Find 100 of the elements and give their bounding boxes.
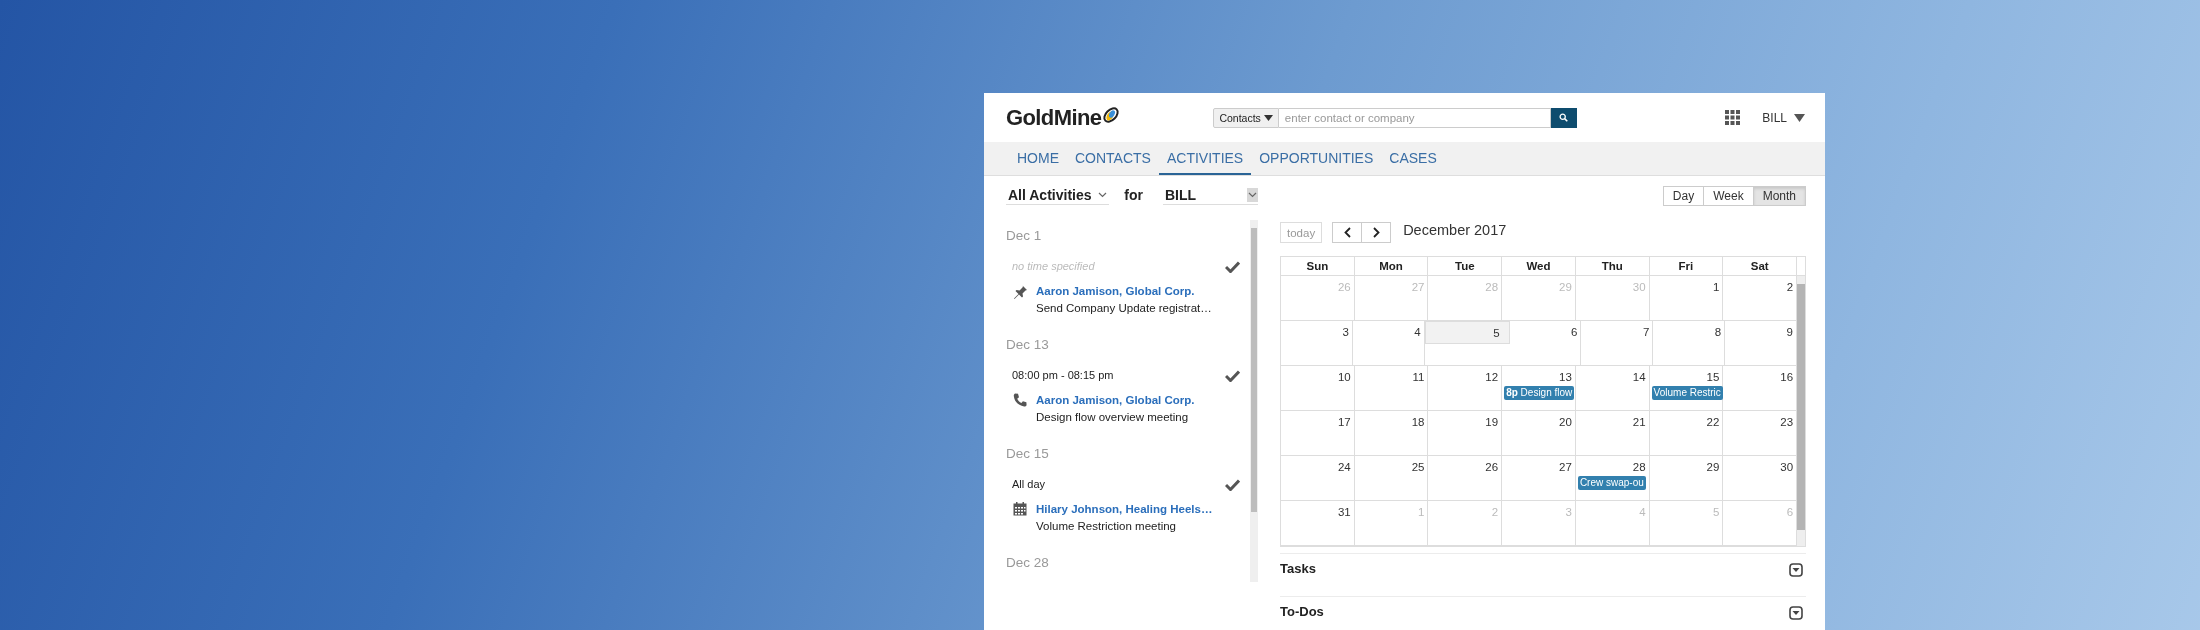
day-number: 2 — [1785, 280, 1795, 295]
nav-tab[interactable]: ACTIVITIES — [1158, 142, 1252, 175]
weekday-header: Thu — [1575, 257, 1650, 275]
day-cell[interactable]: 17 — [1281, 411, 1355, 455]
search-button[interactable] — [1550, 107, 1577, 128]
day-cell[interactable]: 6 — [1509, 321, 1582, 365]
day-cell[interactable]: 31 — [1281, 501, 1355, 545]
weekday-header: Mon — [1354, 257, 1429, 275]
calendar-event[interactable]: Crew swap-ou — [1577, 476, 1646, 490]
day-cell[interactable]: 8 — [1653, 321, 1726, 365]
day-number: 13 — [1558, 370, 1573, 385]
section-title: To-Dos — [1280, 603, 1324, 621]
nav-tab[interactable]: CASES — [1381, 142, 1445, 175]
day-number: 16 — [1779, 370, 1795, 385]
day-number: 12 — [1484, 370, 1500, 385]
day-cell[interactable]: 10 — [1281, 366, 1355, 410]
day-number: 1 — [1417, 505, 1426, 520]
check-icon[interactable] — [1225, 477, 1240, 491]
day-number: 28 — [1631, 460, 1647, 475]
day-number: 21 — [1631, 415, 1647, 430]
for-label: for — [1124, 187, 1143, 203]
day-number: 5 — [1711, 505, 1721, 520]
day-cell[interactable]: 1 — [1649, 276, 1724, 320]
day-cell[interactable]: 13 8p Design flow — [1502, 366, 1576, 410]
check-icon[interactable] — [1225, 259, 1240, 273]
day-cell[interactable]: 5 — [1424, 321, 1510, 344]
weekday-header: Fri — [1649, 257, 1724, 275]
calendar-icon — [1012, 501, 1028, 517]
day-number: 20 — [1558, 415, 1573, 430]
view-tab[interactable]: Week — [1703, 186, 1754, 206]
calendar-title: December 2017 — [1403, 222, 1507, 238]
day-number: 7 — [1641, 325, 1651, 340]
day-cell[interactable]: 28 Crew swap-ou — [1575, 456, 1650, 500]
activity-time: no time specified — [1012, 260, 1095, 272]
activity-description: Send Company Update registrat… — [1036, 301, 1212, 316]
weekday-header: Wed — [1502, 257, 1576, 275]
calendar-event[interactable]: 8p Design flow — [1504, 386, 1575, 400]
scrollbar[interactable] — [1797, 276, 1806, 546]
day-number: 9 — [1785, 325, 1794, 340]
day-number: 18 — [1410, 415, 1426, 430]
logo-text: GoldMine — [1006, 104, 1102, 131]
day-cell[interactable]: 12 — [1428, 366, 1503, 410]
day-cell[interactable]: 4 — [1352, 321, 1425, 365]
weekday-header: Sat — [1723, 257, 1798, 275]
day-number: 8 — [1713, 325, 1723, 340]
calendar-event[interactable]: Volume Restric — [1651, 386, 1723, 400]
day-cell[interactable]: 3 — [1281, 321, 1353, 365]
contact-link[interactable]: Aaron Jamison, Global Corp. — [1036, 282, 1212, 300]
contact-link[interactable]: Hilary Johnson, Healing Heels… — [1036, 500, 1213, 518]
day-cell[interactable]: 14 — [1575, 366, 1650, 410]
day-cell[interactable]: 21 — [1575, 411, 1650, 455]
search-field[interactable]: enter contact or company — [1278, 107, 1551, 128]
user-filter-dropdown[interactable]: BILL — [1163, 185, 1258, 205]
nav-tab[interactable]: CONTACTS — [1067, 142, 1159, 175]
day-cell[interactable]: 29 — [1649, 456, 1724, 500]
day-cell[interactable]: 19 — [1428, 411, 1503, 455]
contact-link[interactable]: Aaron Jamison, Global Corp. — [1036, 391, 1195, 409]
day-cell[interactable]: 15 Volume Restric — [1649, 366, 1724, 410]
day-cell[interactable]: 18 — [1354, 411, 1429, 455]
day-number: 6 — [1785, 505, 1795, 520]
expand-icon[interactable] — [1789, 563, 1803, 577]
day-number: 6 — [1570, 325, 1579, 340]
date-heading: Dec 15 — [1006, 445, 1050, 463]
previous-month-button[interactable] — [1332, 222, 1363, 243]
chevron-left-icon — [1343, 227, 1351, 238]
day-cell[interactable]: 26 — [1428, 456, 1503, 500]
day-number: 25 — [1410, 460, 1426, 475]
day-number: 28 — [1484, 280, 1500, 295]
expand-icon[interactable] — [1789, 606, 1803, 620]
day-cell[interactable]: 7 — [1581, 321, 1654, 365]
day-number: 3 — [1341, 325, 1350, 340]
nav-tab[interactable]: OPPORTUNITIES — [1251, 142, 1382, 175]
weekday-header: Sun — [1281, 257, 1355, 275]
day-number: 17 — [1336, 415, 1352, 430]
day-cell[interactable]: 25 — [1354, 456, 1429, 500]
scope-dropdown[interactable]: Contacts — [1213, 107, 1279, 128]
caret-icon — [1794, 113, 1805, 122]
nav-tab[interactable]: HOME — [1009, 142, 1067, 175]
activity-time: All day — [1012, 478, 1046, 490]
activity-filter-dropdown[interactable]: All Activities — [1006, 185, 1110, 205]
date-heading: Dec 28 — [1006, 554, 1050, 572]
day-cell[interactable]: 20 — [1502, 411, 1576, 455]
pin-icon — [1012, 283, 1028, 299]
day-number: 26 — [1484, 460, 1500, 475]
next-month-button[interactable] — [1361, 222, 1392, 243]
view-tab[interactable]: Month — [1752, 186, 1806, 206]
user-menu[interactable]: BILL — [1762, 110, 1805, 125]
day-cell[interactable]: 27 — [1502, 456, 1576, 500]
apps-grid-icon[interactable] — [1725, 110, 1741, 125]
day-cell[interactable]: 11 — [1354, 366, 1429, 410]
day-number: 14 — [1631, 370, 1647, 385]
scrollbar[interactable] — [1250, 220, 1258, 582]
day-cell[interactable]: 22 — [1649, 411, 1724, 455]
view-tab[interactable]: Day — [1662, 186, 1705, 206]
day-number: 4 — [1413, 325, 1422, 340]
date-heading: Dec 13 — [1006, 336, 1050, 354]
day-cell[interactable]: 24 — [1281, 456, 1355, 500]
activity-description: Design flow overview meeting — [1036, 410, 1190, 425]
check-icon[interactable] — [1225, 368, 1240, 382]
day-number: 27 — [1410, 280, 1426, 295]
